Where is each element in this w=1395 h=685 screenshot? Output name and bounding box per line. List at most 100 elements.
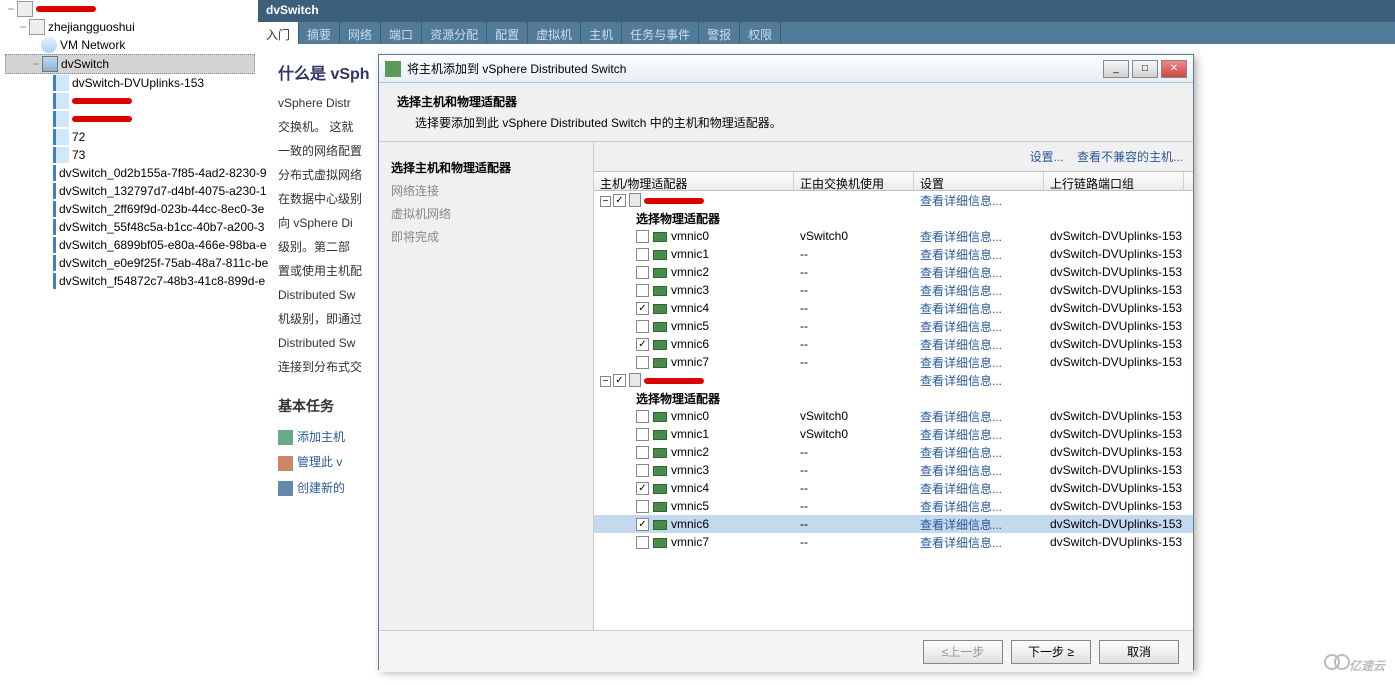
nic-details-link[interactable]: 查看详细信息... [920,500,1002,514]
nic-details-link[interactable]: 查看详细信息... [920,338,1002,352]
collapse-icon[interactable]: − [600,196,611,207]
tree-portgroup[interactable]: 72 [5,128,255,146]
tab-1[interactable]: 摘要 [299,22,340,44]
tree-portgroup[interactable]: dvSwitch_f54872c7-48b3-41c8-899d-e [5,272,255,290]
tree-portgroup[interactable]: dvSwitch_6899bf05-e80a-466e-98ba-e [5,236,255,254]
nic-details-link[interactable]: 查看详细信息... [920,284,1002,298]
host-adapter-grid[interactable]: −✓查看详细信息...选择物理适配器vmnic0vSwitch0查看详细信息..… [594,191,1193,630]
wizard-step[interactable]: 虚拟机网络 [391,202,581,225]
nic-name: vmnic1 [671,427,709,441]
nic-row[interactable]: vmnic1vSwitch0查看详细信息...dvSwitch-DVUplink… [594,425,1193,443]
nic-details-link[interactable]: 查看详细信息... [920,248,1002,262]
nic-row[interactable]: vmnic0vSwitch0查看详细信息...dvSwitch-DVUplink… [594,407,1193,425]
next-button[interactable]: 下一步 ≥ [1011,640,1091,664]
nic-checkbox[interactable] [636,500,649,513]
tree-portgroup[interactable]: dvSwitch_0d2b155a-7f85-4ad2-8230-9 [5,164,255,182]
nic-row[interactable]: ✓vmnic6--查看详细信息...dvSwitch-DVUplinks-153 [594,515,1193,533]
nic-checkbox[interactable] [636,536,649,549]
tree-vmnet[interactable]: VM Network [5,36,255,54]
dialog-footer: ≤上一步 下一步 ≥ 取消 [379,630,1193,672]
nic-details-link[interactable]: 查看详细信息... [920,536,1002,550]
nic-row[interactable]: vmnic2--查看详细信息...dvSwitch-DVUplinks-153 [594,263,1193,281]
nic-row[interactable]: vmnic3--查看详细信息...dvSwitch-DVUplinks-153 [594,281,1193,299]
nic-details-link[interactable]: 查看详细信息... [920,266,1002,280]
tab-3[interactable]: 端口 [381,22,422,44]
back-button[interactable]: ≤上一步 [923,640,1003,664]
tab-8[interactable]: 任务与事件 [622,22,699,44]
tab-0[interactable]: 入门 [258,22,299,44]
tree-portgroup[interactable]: dvSwitch_2ff69f9d-023b-44cc-8ec0-3e [5,200,255,218]
nic-checkbox[interactable]: ✓ [636,518,649,531]
nic-checkbox[interactable] [636,284,649,297]
nic-switch: -- [794,282,914,298]
tab-9[interactable]: 警报 [699,22,740,44]
nic-name: vmnic6 [671,517,709,531]
nic-row[interactable]: vmnic5--查看详细信息...dvSwitch-DVUplinks-153 [594,497,1193,515]
nic-row[interactable]: vmnic2--查看详细信息...dvSwitch-DVUplinks-153 [594,443,1193,461]
nic-checkbox[interactable]: ✓ [636,482,649,495]
tab-5[interactable]: 配置 [487,22,528,44]
collapse-icon[interactable]: − [600,376,611,387]
nic-row[interactable]: vmnic5--查看详细信息...dvSwitch-DVUplinks-153 [594,317,1193,335]
view-incompatible-link[interactable]: 查看不兼容的主机... [1077,150,1183,164]
tab-7[interactable]: 主机 [581,22,622,44]
tab-10[interactable]: 权限 [740,22,781,44]
nic-row[interactable]: ✓vmnic6--查看详细信息...dvSwitch-DVUplinks-153 [594,335,1193,353]
nic-details-link[interactable]: 查看详细信息... [920,464,1002,478]
nic-details-link[interactable]: 查看详细信息... [920,230,1002,244]
tree-portgroup[interactable]: dvSwitch_e0e9f25f-75ab-48a7-811c-be [5,254,255,272]
tree-portgroup[interactable]: 73 [5,146,255,164]
tab-6[interactable]: 虚拟机 [528,22,581,44]
wizard-step[interactable]: 选择主机和物理适配器 [391,156,581,179]
nic-details-link[interactable]: 查看详细信息... [920,446,1002,460]
tree-portgroup[interactable] [5,110,255,128]
tree-portgroup[interactable]: dvSwitch-DVUplinks-153 [5,74,255,92]
tab-4[interactable]: 资源分配 [422,22,487,44]
nic-checkbox[interactable]: ✓ [636,302,649,315]
tree-portgroup[interactable]: dvSwitch_132797d7-d4bf-4075-a230-1 [5,182,255,200]
minimize-button[interactable]: _ [1103,60,1129,78]
maximize-button[interactable]: □ [1132,60,1158,78]
tab-2[interactable]: 网络 [340,22,381,44]
wizard-step[interactable]: 网络连接 [391,179,581,202]
nic-row[interactable]: vmnic0vSwitch0查看详细信息...dvSwitch-DVUplink… [594,227,1193,245]
host-checkbox[interactable]: ✓ [613,374,626,387]
tree-dc[interactable]: − zhejiangguoshui [5,18,255,36]
nic-checkbox[interactable]: ✓ [636,338,649,351]
nic-details-link[interactable]: 查看详细信息... [920,302,1002,316]
nic-checkbox[interactable] [636,410,649,423]
nic-details-link[interactable]: 查看详细信息... [920,320,1002,334]
nic-checkbox[interactable] [636,266,649,279]
nic-checkbox[interactable] [636,320,649,333]
host-details-link[interactable]: 查看详细信息... [920,374,1002,388]
settings-link[interactable]: 设置... [1030,150,1064,164]
nic-row[interactable]: vmnic1--查看详细信息...dvSwitch-DVUplinks-153 [594,245,1193,263]
host-row[interactable]: −✓ 查看详细信息... [594,371,1193,389]
nic-checkbox[interactable] [636,464,649,477]
nic-details-link[interactable]: 查看详细信息... [920,482,1002,496]
wizard-step[interactable]: 即将完成 [391,225,581,248]
nic-row[interactable]: vmnic3--查看详细信息...dvSwitch-DVUplinks-153 [594,461,1193,479]
host-details-link[interactable]: 查看详细信息... [920,194,1002,208]
nic-details-link[interactable]: 查看详细信息... [920,518,1002,532]
nic-checkbox[interactable] [636,428,649,441]
nic-row[interactable]: vmnic7--查看详细信息...dvSwitch-DVUplinks-153 [594,533,1193,551]
nic-details-link[interactable]: 查看详细信息... [920,356,1002,370]
nic-checkbox[interactable] [636,446,649,459]
nic-row[interactable]: vmnic7--查看详细信息...dvSwitch-DVUplinks-153 [594,353,1193,371]
nic-checkbox[interactable] [636,230,649,243]
tree-dvswitch[interactable]: − dvSwitch [5,54,255,74]
tree-portgroup[interactable] [5,92,255,110]
nic-details-link[interactable]: 查看详细信息... [920,410,1002,424]
host-checkbox[interactable]: ✓ [613,194,626,207]
nic-row[interactable]: ✓vmnic4--查看详细信息...dvSwitch-DVUplinks-153 [594,299,1193,317]
tree-portgroup[interactable]: dvSwitch_55f48c5a-b1cc-40b7-a200-3 [5,218,255,236]
nic-checkbox[interactable] [636,248,649,261]
nic-checkbox[interactable] [636,356,649,369]
cancel-button[interactable]: 取消 [1099,640,1179,664]
nic-row[interactable]: ✓vmnic4--查看详细信息...dvSwitch-DVUplinks-153 [594,479,1193,497]
close-button[interactable]: ✕ [1161,60,1187,78]
host-row[interactable]: −✓ 查看详细信息... [594,191,1193,209]
nic-details-link[interactable]: 查看详细信息... [920,428,1002,442]
tree-root[interactable]: − [5,0,255,18]
